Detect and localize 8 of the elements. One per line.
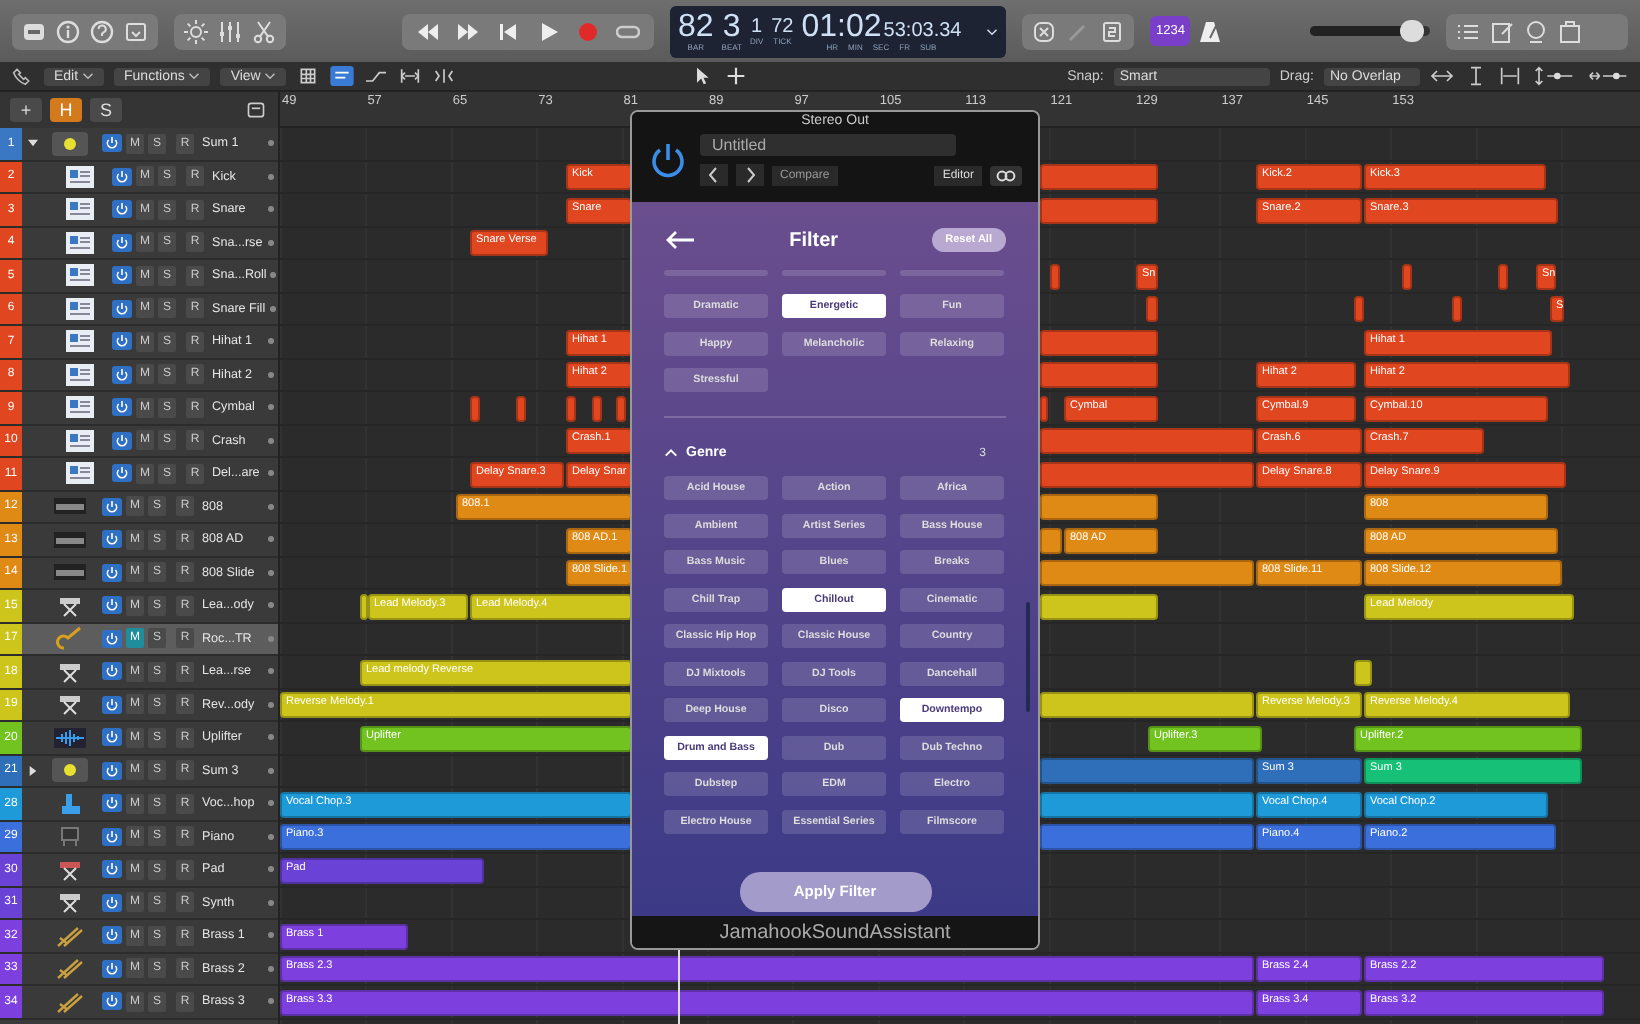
bar-value: 82	[678, 11, 714, 43]
plugin-name: JamahookSoundAssistant	[719, 921, 951, 943]
frames-value: 53:03.34	[883, 21, 962, 41]
beat-value: 3	[722, 11, 741, 43]
time-value: 01:02	[801, 11, 882, 43]
tick-value: 72	[771, 17, 794, 37]
filter-title: Filter	[787, 229, 841, 251]
division-value: 1	[751, 17, 763, 37]
